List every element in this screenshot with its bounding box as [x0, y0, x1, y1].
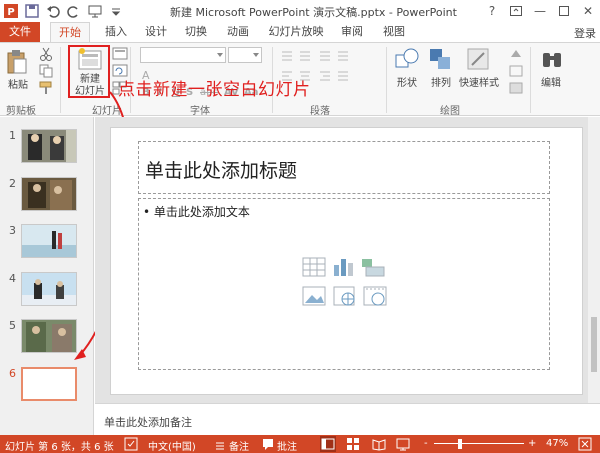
comments-icon[interactable]: [262, 437, 274, 453]
normal-view-icon[interactable]: [320, 436, 336, 453]
slide-canvas[interactable]: 单击此处添加标题 • 单击此处添加文本: [110, 127, 583, 395]
insert-smartart-icon: [362, 259, 385, 277]
scrollbar-thumb[interactable]: [591, 317, 597, 372]
notes-placeholder: 单击此处添加备注: [104, 416, 192, 429]
slide-counter: 幻灯片 第 6 张，共 6 张: [5, 442, 114, 453]
zoom-slider-thumb[interactable]: [458, 439, 462, 449]
notes-icon[interactable]: [214, 437, 226, 453]
content-placeholder[interactable]: • 单击此处添加文本: [138, 198, 550, 370]
insert-online-picture-icon: [333, 286, 355, 306]
status-bar: 幻灯片 第 6 张，共 6 张 中文(中国) 备注 批注 - + 47%: [0, 435, 600, 453]
insert-picture-icon: [302, 286, 326, 306]
insert-video-icon: [363, 286, 387, 306]
spell-check-icon[interactable]: [124, 437, 138, 453]
content-insert-icons: [302, 257, 392, 313]
slideshow-icon[interactable]: [396, 437, 410, 453]
zoom-in-button[interactable]: +: [528, 438, 536, 449]
notes-button[interactable]: 备注: [229, 438, 249, 453]
title-placeholder[interactable]: 单击此处添加标题: [138, 141, 550, 194]
zoom-out-button[interactable]: -: [424, 438, 428, 449]
language-indicator[interactable]: 中文(中国): [148, 438, 196, 453]
comments-button[interactable]: 批注: [277, 438, 297, 453]
fit-to-window-icon[interactable]: [578, 437, 592, 453]
insert-chart-icon: [334, 259, 353, 276]
vertical-scrollbar[interactable]: [588, 117, 600, 403]
zoom-level[interactable]: 47%: [546, 438, 568, 449]
slide-sorter-icon[interactable]: [346, 437, 360, 453]
reading-view-icon[interactable]: [372, 437, 386, 453]
zoom-slider-track[interactable]: [434, 443, 524, 444]
content-placeholder-text: • 单击此处添加文本: [143, 205, 250, 219]
insert-table-icon: [302, 257, 326, 277]
notes-pane[interactable]: 单击此处添加备注: [95, 403, 600, 435]
slide-editing-area: 单击此处添加标题 • 单击此处添加文本: [95, 117, 588, 403]
title-placeholder-text: 单击此处添加标题: [145, 160, 298, 182]
